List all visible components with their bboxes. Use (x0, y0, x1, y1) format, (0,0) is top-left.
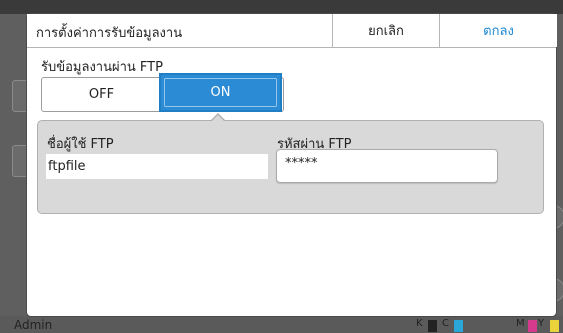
ftp-receive-label: รับข้อมูลงานผ่าน FTP (41, 60, 163, 75)
toggle-off-button[interactable]: OFF (42, 78, 161, 111)
dialog-header: การตั้งค่าการรับข้อมูลงาน ยกเลิก ตกลง (27, 14, 557, 48)
toggle-on-button[interactable]: ON (159, 73, 282, 112)
ftp-receive-toggle: OFF ON (41, 73, 284, 112)
ink-level-swatch (428, 320, 437, 332)
ink-label-c: C (442, 318, 449, 329)
ftp-username-label: ชื่อผู้ใช้ FTP (47, 137, 114, 152)
dialog-title: การตั้งค่าการรับข้อมูลงาน (36, 26, 183, 41)
background-side-button (12, 145, 28, 177)
ok-button[interactable]: ตกลง (439, 14, 557, 47)
ink-level-swatch (454, 320, 463, 332)
ftp-username-field[interactable]: ftpfile (46, 154, 268, 179)
ink-label-k: K (416, 318, 423, 329)
ink-level-swatch (528, 320, 537, 332)
panel-pointer-fill (211, 115, 225, 122)
background-user-label: Admin (14, 318, 53, 332)
ftp-password-field[interactable]: ***** (276, 149, 498, 183)
background-side-button (12, 80, 28, 112)
background-status-bar (0, 316, 563, 333)
cancel-button[interactable]: ยกเลิก (332, 14, 439, 47)
ink-label-y: Y (538, 318, 545, 329)
background-topbar (0, 0, 563, 14)
receive-settings-dialog: การตั้งค่าการรับข้อมูลงาน ยกเลิก ตกลง รั… (27, 14, 557, 316)
ink-level-swatch (550, 320, 559, 332)
ink-label-m: M (516, 318, 525, 329)
